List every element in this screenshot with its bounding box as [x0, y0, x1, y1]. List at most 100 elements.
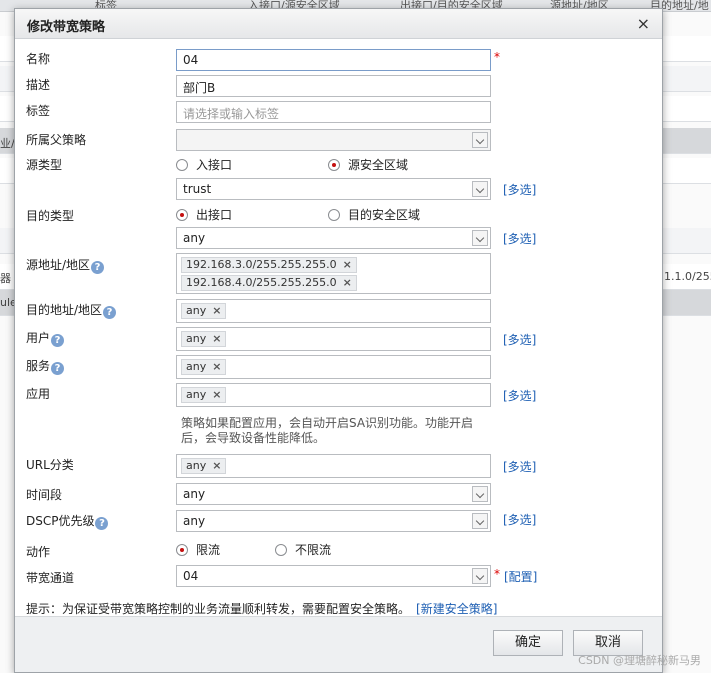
watermark: CSDN @理塘醉秘新马男 — [578, 654, 701, 667]
time-range-label: 时间段 — [26, 488, 63, 502]
radio-no-rate-limit[interactable]: 不限流 — [275, 541, 331, 558]
dest-type-label: 目的类型 — [26, 209, 75, 223]
name-label: 名称 — [26, 52, 51, 66]
radio-ingress-interface[interactable]: 入接口 — [176, 156, 232, 173]
time-range-select[interactable]: any — [176, 483, 491, 505]
dialog-titlebar: 修改带宽策略 × — [15, 9, 662, 39]
edit-bandwidth-policy-dialog: 修改带宽策略 × 名称 04 * 描述 部门B 标签 请选择或输入标签 所属父策… — [14, 8, 663, 673]
close-icon[interactable]: × — [637, 14, 650, 33]
radio-label: 出接口 — [196, 208, 233, 222]
desc-input[interactable]: 部门B — [176, 75, 491, 97]
time-range-value: any — [183, 487, 206, 501]
radio-label: 源安全区域 — [348, 158, 409, 172]
chevron-down-icon[interactable] — [472, 513, 488, 529]
tag-text: 192.168.3.0/255.255.255.0 — [186, 258, 337, 271]
dscp-value: any — [183, 514, 206, 528]
chevron-down-icon[interactable] — [472, 230, 488, 246]
tag-chip: any × — [181, 387, 227, 403]
bandwidth-channel-label: 带宽通道 — [26, 571, 75, 585]
tag-text: any — [186, 332, 207, 345]
service-label-text: 服务 — [26, 359, 51, 373]
dscp-label: DSCP优先级? — [26, 512, 109, 530]
new-security-policy-link[interactable]: [新建安全策略] — [416, 602, 497, 615]
radio-egress-interface[interactable]: 出接口 — [176, 206, 232, 223]
application-label: 应用 — [26, 387, 51, 401]
service-label: 服务? — [26, 357, 65, 375]
source-address-tags-input[interactable]: 192.168.3.0/255.255.255.0 × 192.168.4.0/2… — [176, 253, 491, 294]
tag-text: any — [186, 388, 207, 401]
url-multi-select-link[interactable]: [多选] — [503, 458, 536, 475]
source-zone-select[interactable]: trust — [176, 178, 491, 200]
tag-text: any — [186, 459, 207, 472]
application-multi-select-link[interactable]: [多选] — [503, 387, 536, 404]
radio-circle[interactable] — [176, 544, 188, 556]
help-icon[interactable]: ? — [91, 261, 105, 274]
user-multi-select-link[interactable]: [多选] — [503, 331, 536, 348]
chevron-down-icon[interactable] — [472, 132, 488, 148]
bg-cell: 1.1.0/255 — [664, 270, 711, 283]
remove-tag-icon[interactable]: × — [212, 360, 221, 373]
remove-tag-icon[interactable]: × — [343, 276, 352, 289]
radio-circle[interactable] — [328, 209, 340, 221]
radio-label: 不限流 — [295, 543, 332, 557]
name-input[interactable]: 04 — [176, 49, 491, 71]
radio-circle[interactable] — [176, 159, 188, 171]
remove-tag-icon[interactable]: × — [212, 459, 221, 472]
remove-tag-icon[interactable]: × — [212, 304, 221, 317]
desc-label: 描述 — [26, 78, 51, 92]
url-category-label: URL分类 — [26, 458, 74, 472]
help-icon[interactable]: ? — [95, 517, 109, 530]
application-tags-input[interactable]: any × — [176, 383, 491, 407]
desc-value: 部门B — [183, 81, 216, 95]
tag-text: any — [186, 360, 207, 373]
configure-channel-link[interactable]: [配置] — [504, 568, 537, 585]
required-mark: * — [494, 567, 500, 581]
tag-chip: 192.168.4.0/255.255.255.0 × — [181, 275, 357, 291]
remove-tag-icon[interactable]: × — [212, 332, 221, 345]
tag-chip: any × — [181, 359, 227, 375]
radio-circle[interactable] — [275, 544, 287, 556]
hint-text: 提示：为保证受带宽策略控制的业务流量顺利转发，需要配置安全策略。 — [26, 602, 411, 615]
security-policy-hint: 提示：为保证受带宽策略控制的业务流量顺利转发，需要配置安全策略。 [新建安全策略] — [26, 600, 497, 615]
dest-address-tags-input[interactable]: any × — [176, 299, 491, 323]
dest-address-label: 目的地址/地区? — [26, 301, 117, 319]
service-tags-input[interactable]: any × — [176, 355, 491, 379]
url-category-tags-input[interactable]: any × — [176, 454, 491, 478]
radio-rate-limit[interactable]: 限流 — [176, 541, 220, 558]
bandwidth-channel-select[interactable]: 04 — [176, 565, 491, 587]
dscp-multi-select-link[interactable]: [多选] — [503, 511, 536, 528]
dialog-footer: 确定 取消 — [15, 616, 662, 672]
radio-circle[interactable] — [176, 209, 188, 221]
remove-tag-icon[interactable]: × — [212, 388, 221, 401]
help-icon[interactable]: ? — [51, 362, 65, 375]
bandwidth-channel-value: 04 — [183, 569, 199, 583]
remove-tag-icon[interactable]: × — [343, 258, 352, 271]
radio-source-zone[interactable]: 源安全区域 — [328, 156, 408, 173]
source-zone-multi-select-link[interactable]: [多选] — [503, 181, 536, 198]
tag-text: any — [186, 304, 207, 317]
egress-interface-value: any — [183, 231, 206, 245]
dscp-select[interactable]: any — [176, 510, 491, 532]
dest-multi-select-link[interactable]: [多选] — [503, 230, 536, 247]
radio-dest-zone[interactable]: 目的安全区域 — [328, 206, 420, 223]
user-label-text: 用户 — [26, 331, 51, 345]
radio-circle[interactable] — [328, 159, 340, 171]
radio-label: 入接口 — [196, 158, 233, 172]
egress-interface-select[interactable]: any — [176, 227, 491, 249]
help-icon[interactable]: ? — [51, 334, 65, 347]
radio-label: 目的安全区域 — [348, 208, 421, 222]
chevron-down-icon[interactable] — [472, 181, 488, 197]
required-mark: * — [494, 50, 500, 64]
tag-input[interactable]: 请选择或输入标签 — [176, 101, 491, 123]
user-tags-input[interactable]: any × — [176, 327, 491, 351]
ok-button[interactable]: 确定 — [493, 630, 563, 656]
action-label: 动作 — [26, 545, 51, 559]
help-icon[interactable]: ? — [103, 306, 117, 319]
chevron-down-icon[interactable] — [472, 568, 488, 584]
application-note: 策略如果配置应用，会自动开启SA识别功能。功能开启后，会导致设备性能降低。 — [181, 416, 474, 445]
parent-policy-select[interactable] — [176, 129, 491, 151]
chevron-down-icon[interactable] — [472, 486, 488, 502]
tag-chip: 192.168.3.0/255.255.255.0 × — [181, 257, 357, 273]
parent-policy-label: 所属父策略 — [26, 133, 87, 147]
dialog-title: 修改带宽策略 — [27, 20, 106, 35]
